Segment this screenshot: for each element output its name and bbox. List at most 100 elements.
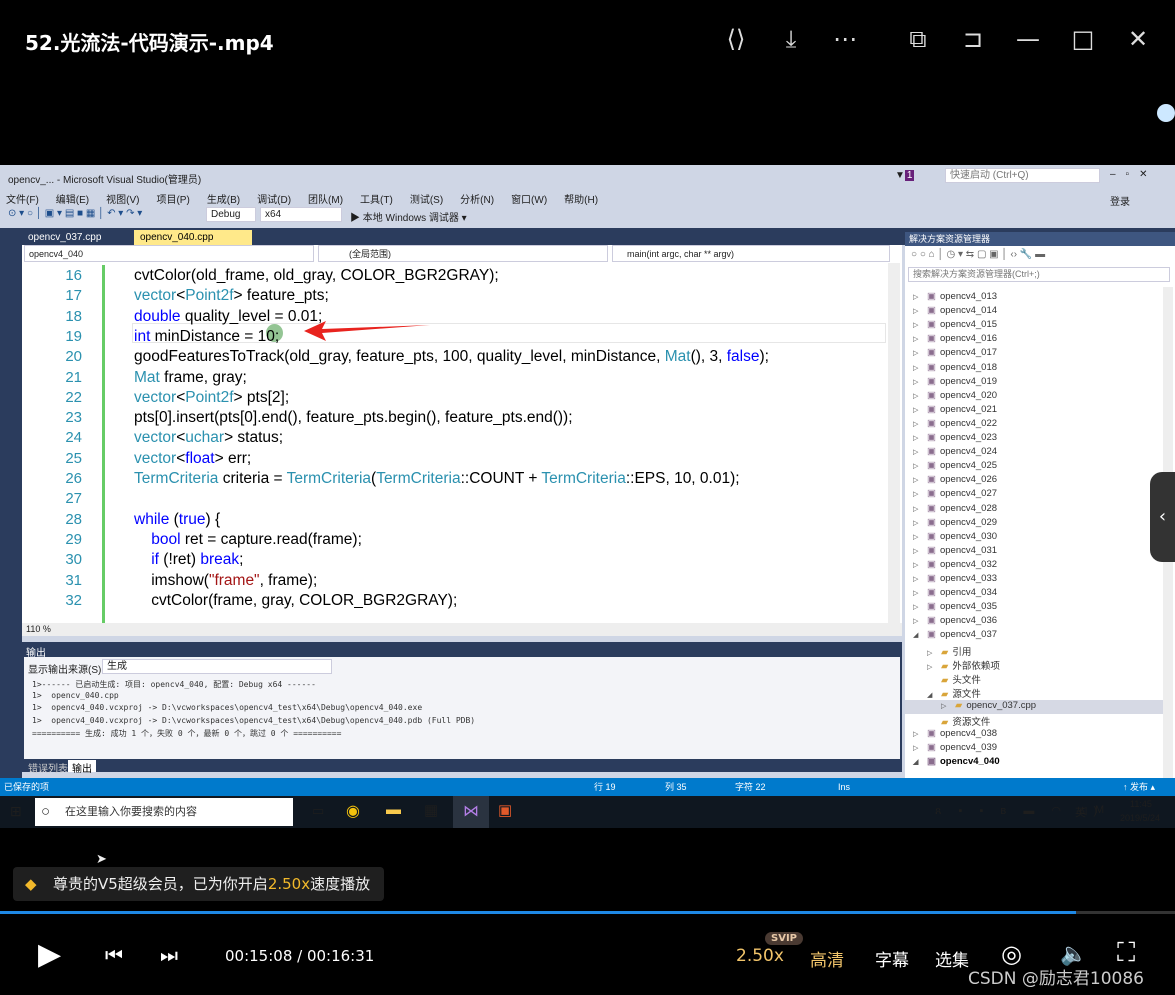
expand-arrow-icon[interactable]: ▷ [927,649,941,657]
visual-studio-taskbar-icon[interactable]: ⋈ [453,796,489,828]
run-debugger-button[interactable]: ▶ 本地 Windows 调试器 ▾ [350,209,467,224]
menu-item[interactable]: 调试(D) [257,195,291,206]
next-icon[interactable]: ⏭ [160,943,178,967]
solution-tree-item[interactable]: ▷ ▣ opencv4_018 [905,362,1163,376]
expand-arrow-icon[interactable]: ▷ [913,519,927,527]
editor-tab[interactable]: opencv_037.cpp [22,230,130,245]
menu-item[interactable]: 项目(P) [156,195,189,206]
windows-start-icon[interactable]: ⊞ [10,803,22,820]
expand-arrow-icon[interactable]: ▷ [913,335,927,343]
expand-arrow-icon[interactable]: ▷ [913,561,927,569]
solution-tree-item[interactable]: ▷ ▣ opencv4_016 [905,333,1163,347]
solution-tree-item[interactable]: ▷ ▣ opencv4_027 [905,488,1163,502]
code-line[interactable]: int minDistance = 10; [134,328,279,346]
menu-item[interactable]: 帮助(H) [564,195,598,206]
code-line[interactable]: while (true) { [134,511,220,529]
expand-arrow-icon[interactable]: ▷ [913,364,927,372]
solution-tree-item[interactable]: ▷ ▣ opencv4_034 [905,587,1163,601]
solution-tree-item[interactable]: ▷ ▣ opencv4_015 [905,319,1163,333]
pip-icon[interactable]: ⧉ [903,24,933,54]
chrome-icon[interactable]: ◉ [346,801,360,821]
left-tool-strip[interactable] [0,245,22,778]
taskbar-search-input[interactable]: 在这里输入你要搜索的内容 ○ [35,798,293,826]
download-icon[interactable]: ⤓ [776,24,806,54]
menu-item[interactable]: 测试(S) [410,195,443,206]
expand-arrow-icon[interactable]: ◢ [913,631,927,639]
code-line[interactable]: vector<uchar> status; [134,429,283,447]
menu-item[interactable]: 分析(N) [460,195,494,206]
expand-arrow-icon[interactable]: ▷ [941,702,955,710]
vs-window-controls[interactable]: –▫✕ [1110,169,1158,180]
code-line[interactable]: imshow("frame", frame); [134,572,317,590]
scope-dropdown[interactable]: (全局范围) [318,245,608,262]
maximize-icon[interactable]: □ [1068,24,1098,54]
expand-arrow-icon[interactable]: ▷ [913,406,927,414]
solution-search-input[interactable]: 搜索解决方案资源管理器(Ctrl+;) [908,267,1170,282]
expand-arrow-icon[interactable]: ▷ [913,420,927,428]
powerpoint-icon[interactable]: ▣ [498,801,512,819]
solution-tree-item[interactable]: ▷ ▣ opencv4_035 [905,601,1163,615]
side-panel-toggle[interactable]: ‹ [1150,472,1175,562]
code-line[interactable]: vector<Point2f> feature_pts; [134,287,329,305]
solution-tree-item[interactable]: ▷ ▰ 引用 [905,644,1163,658]
solution-tree-item[interactable]: ▷ ▣ opencv4_019 [905,376,1163,390]
expand-arrow-icon[interactable]: ▷ [913,307,927,315]
quality-button[interactable]: 高清 [810,946,844,971]
expand-arrow-icon[interactable]: ▷ [913,321,927,329]
menu-item[interactable]: 工具(T) [360,195,393,206]
solution-tree-item[interactable]: ▰ 头文件 [905,672,1163,686]
expand-arrow-icon[interactable]: ▷ [913,603,927,611]
code-line[interactable]: vector<float> err; [134,450,251,468]
solution-toolbar[interactable]: ○ ○ ⌂ │ ◷ ▾ ⇆ ▢ ▣ │ ‹› 🔧 ▬ [911,249,1045,260]
menu-item[interactable]: 窗口(W) [511,195,547,206]
solution-tree-item[interactable]: ▷ ▣ opencv4_039 [905,742,1163,756]
menu-item[interactable]: 文件(F) [6,195,39,206]
code-line[interactable]: pts[0].insert(pts[0].end(), feature_pts.… [134,409,573,427]
project-dropdown[interactable]: opencv4_040 [24,245,314,262]
solution-tree-item[interactable]: ◢ ▣ opencv4_040 [905,756,1163,770]
quick-launch-input[interactable]: 快速启动 (Ctrl+Q) [945,168,1100,183]
minimize-icon[interactable]: — [1013,24,1043,54]
solution-tree-item[interactable]: ▷ ▰ 外部依赖项 [905,658,1163,672]
solution-tree-item[interactable]: ▷ ▣ opencv4_025 [905,460,1163,474]
close-icon[interactable]: ✕ [1123,24,1153,54]
solution-tree-item[interactable]: ▷ ▣ opencv4_032 [905,559,1163,573]
expand-arrow-icon[interactable]: ▷ [913,547,927,555]
play-icon[interactable]: ▶ [38,937,61,972]
publish-button[interactable]: ↑ 发布 ▴ [1123,778,1155,796]
expand-arrow-icon[interactable]: ▷ [913,293,927,301]
editor-tab[interactable]: opencv_040.cpp [134,230,252,245]
subtitle-button[interactable]: 字幕 [875,946,909,971]
solution-tree-item[interactable]: ▷ ▣ opencv4_017 [905,347,1163,361]
zoom-level[interactable]: 110 % [22,623,902,636]
speed-button[interactable]: 2.50x [736,946,784,966]
expand-arrow-icon[interactable]: ▷ [913,505,927,513]
solution-tree-item[interactable]: ▷ ▣ opencv4_022 [905,418,1163,432]
toolbar-icons[interactable]: ⊙ ▾ ○ │ ▣ ▾ ▤ ■ ▦ │ ↶ ▾ ↷ ▾ [8,208,142,219]
expand-arrow-icon[interactable]: ▷ [913,575,927,583]
solution-tree-item[interactable]: ▷ ▣ opencv4_029 [905,517,1163,531]
expand-arrow-icon[interactable]: ▷ [913,490,927,498]
solution-tree-item[interactable]: ▷ ▣ opencv4_033 [905,573,1163,587]
vertical-scrollbar[interactable] [888,263,900,623]
progress-bar[interactable] [0,911,1175,914]
solution-tree-item[interactable]: ▰ 资源文件 [905,714,1163,728]
file-explorer-icon[interactable]: ▬ [386,801,401,818]
solution-tree-item[interactable]: ▷ ▣ opencv4_031 [905,545,1163,559]
code-line[interactable]: bool ret = capture.read(frame); [134,531,362,549]
code-editor[interactable]: opencv4_040 (全局范围) main(int argc, char *… [22,245,902,636]
calendar-icon[interactable]: ▦ [424,801,438,819]
episodes-button[interactable]: 选集 [935,946,969,971]
menu-item[interactable]: 生成(B) [207,195,240,206]
solution-tree-item[interactable]: ▷ ▣ opencv4_036 [905,615,1163,629]
platform-select[interactable]: x64 [260,207,342,222]
solution-tree-item[interactable]: ◢ ▣ opencv4_037 [905,629,1163,643]
expand-arrow-icon[interactable]: ◢ [913,758,927,766]
menu-item[interactable]: 编辑(E) [56,195,89,206]
expand-arrow-icon[interactable]: ▷ [913,378,927,386]
task-view-icon[interactable]: ▭ [312,803,324,819]
login-link[interactable]: 登录 [1110,193,1130,208]
solution-tree-item[interactable]: ▷ ▰ opencv_037.cpp [905,699,1163,714]
ime-indicator[interactable]: 英 [1075,804,1086,820]
solution-tree-item[interactable]: ▷ ▣ opencv4_020 [905,390,1163,404]
